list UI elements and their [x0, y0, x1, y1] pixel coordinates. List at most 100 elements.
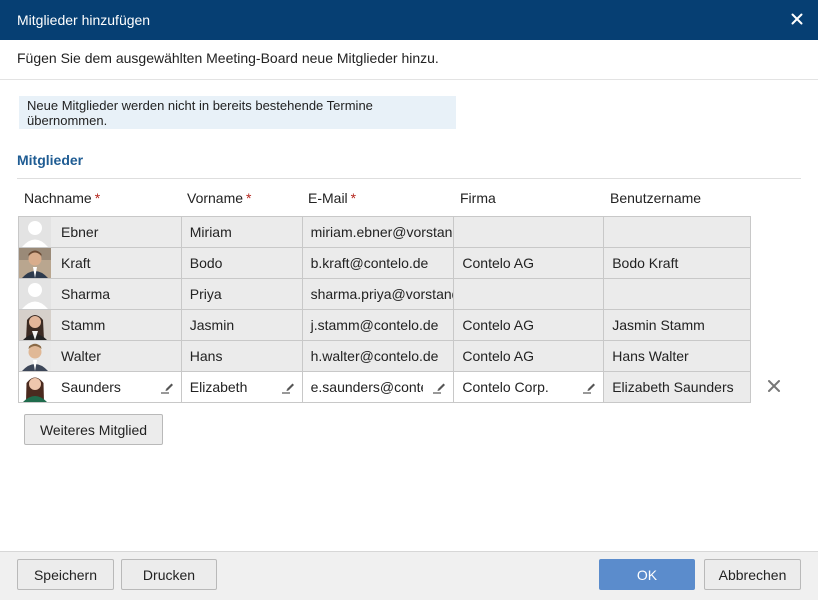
- cell-text: h.walter@contelo.de: [310, 348, 439, 364]
- email-input[interactable]: e.saunders@contelo.de: [302, 372, 455, 403]
- dialog-subtitle: Fügen Sie dem ausgewählten Meeting-Board…: [17, 50, 439, 66]
- cell-text: b.kraft@contelo.de: [310, 255, 429, 271]
- column-header-nachname: Nachname *: [24, 190, 100, 206]
- pencil-icon[interactable]: [581, 380, 597, 394]
- cell-nachname[interactable]: Stamm: [19, 310, 182, 341]
- column-header-firma: Firma: [460, 190, 496, 206]
- cell-text: Jasmin: [189, 317, 235, 333]
- table-row[interactable]: Sharma Priya sharma.priya@vorstand: [19, 279, 751, 310]
- required-marker: *: [94, 190, 101, 206]
- cell-benutzername: Elizabeth Saunders: [604, 372, 751, 403]
- cell-text: Hans Walter: [612, 348, 689, 364]
- cell-text: Contelo AG: [462, 255, 535, 271]
- cell-vorname[interactable]: Priya: [181, 279, 303, 310]
- cell-nachname[interactable]: Ebner: [19, 217, 182, 248]
- divider: [0, 79, 818, 80]
- cell-text: Bodo Kraft: [612, 255, 679, 271]
- cell-firma[interactable]: Contelo AG: [454, 341, 605, 372]
- ok-button[interactable]: OK: [599, 559, 695, 590]
- cell-text: Walter: [61, 348, 101, 364]
- print-button[interactable]: Drucken: [121, 559, 217, 590]
- cell-email[interactable]: b.kraft@contelo.de: [302, 248, 455, 279]
- cell-text: Ebner: [61, 224, 99, 240]
- column-header-label: Firma: [460, 190, 496, 206]
- avatar-photo: [19, 248, 51, 278]
- cell-nachname[interactable]: Sharma: [19, 279, 182, 310]
- section-title: Mitglieder: [17, 152, 84, 168]
- avatar-photo: [19, 310, 51, 340]
- column-header-email: E-Mail *: [308, 190, 356, 206]
- required-marker: *: [350, 190, 357, 206]
- cell-email[interactable]: miriam.ebner@vorstand: [302, 217, 455, 248]
- cell-firma[interactable]: Contelo AG: [454, 248, 605, 279]
- avatar-placeholder: [19, 279, 51, 309]
- cell-vorname[interactable]: Hans: [181, 341, 303, 372]
- column-header-label: Nachname: [24, 190, 92, 206]
- cell-benutzername: Jasmin Stamm: [604, 310, 751, 341]
- column-header-label: Benutzername: [610, 190, 702, 206]
- cell-text: Contelo AG: [462, 317, 535, 333]
- cell-text: sharma.priya@vorstand: [310, 286, 455, 302]
- cell-nachname[interactable]: Walter: [19, 341, 182, 372]
- info-box: Neue Mitglieder werden nicht in bereits …: [19, 96, 456, 129]
- members-table: Ebner Miriam miriam.ebner@vorstand Kraft…: [18, 216, 751, 403]
- cell-vorname[interactable]: Jasmin: [181, 310, 303, 341]
- table-row[interactable]: Stamm Jasmin j.stamm@contelo.de Contelo …: [19, 310, 751, 341]
- avatar-photo: [19, 372, 51, 402]
- remove-row-icon[interactable]: [765, 377, 783, 395]
- avatar-photo: [19, 341, 51, 371]
- cell-text: Stamm: [61, 317, 106, 333]
- cell-text: Hans: [189, 348, 223, 364]
- add-member-button[interactable]: Weiteres Mitglied: [24, 414, 163, 445]
- cell-text: Elizabeth: [189, 379, 248, 395]
- table-row[interactable]: Kraft Bodo b.kraft@contelo.de Contelo AG…: [19, 248, 751, 279]
- divider: [17, 178, 801, 179]
- nachname-input[interactable]: Saunders: [19, 372, 182, 403]
- pencil-icon[interactable]: [159, 380, 175, 394]
- table-row[interactable]: Ebner Miriam miriam.ebner@vorstand: [19, 217, 751, 248]
- cell-firma[interactable]: [454, 279, 605, 310]
- cell-text: Elizabeth Saunders: [612, 379, 734, 395]
- pencil-icon[interactable]: [280, 380, 296, 394]
- cell-text: Contelo Corp.: [462, 379, 549, 395]
- cell-firma[interactable]: [454, 217, 605, 248]
- cell-email[interactable]: sharma.priya@vorstand: [302, 279, 455, 310]
- cell-text: Contelo AG: [462, 348, 535, 364]
- column-header-label: E-Mail: [308, 190, 348, 206]
- cell-email[interactable]: j.stamm@contelo.de: [302, 310, 455, 341]
- cell-text: miriam.ebner@vorstand: [310, 224, 455, 240]
- dialog-titlebar: Mitglieder hinzufügen: [0, 0, 818, 40]
- avatar-placeholder: [19, 217, 51, 247]
- cell-benutzername: Bodo Kraft: [604, 248, 751, 279]
- cell-firma[interactable]: Contelo AG: [454, 310, 605, 341]
- cell-benutzername: [604, 279, 751, 310]
- cell-text: j.stamm@contelo.de: [310, 317, 439, 333]
- cancel-button[interactable]: Abbrechen: [704, 559, 801, 590]
- cell-vorname[interactable]: Miriam: [181, 217, 303, 248]
- cell-benutzername: Hans Walter: [604, 341, 751, 372]
- cell-text: Miriam: [189, 224, 232, 240]
- cell-email[interactable]: h.walter@contelo.de: [302, 341, 455, 372]
- dialog-title: Mitglieder hinzufügen: [17, 12, 151, 28]
- close-icon[interactable]: [788, 10, 806, 28]
- cell-text: Priya: [189, 286, 222, 302]
- cell-vorname[interactable]: Bodo: [181, 248, 303, 279]
- cell-text: e.saunders@contelo.de: [310, 379, 423, 395]
- pencil-icon[interactable]: [431, 380, 447, 394]
- vorname-input[interactable]: Elizabeth: [181, 372, 303, 403]
- column-header-vorname: Vorname *: [187, 190, 252, 206]
- firma-input[interactable]: Contelo Corp.: [454, 372, 605, 403]
- cell-text: Bodo: [189, 255, 223, 271]
- cell-text: Saunders: [61, 379, 121, 395]
- cell-text: Sharma: [61, 286, 111, 302]
- cell-nachname[interactable]: Kraft: [19, 248, 182, 279]
- cell-benutzername: [604, 217, 751, 248]
- table-row[interactable]: Walter Hans h.walter@contelo.de Contelo …: [19, 341, 751, 372]
- required-marker: *: [246, 190, 252, 206]
- column-header-benutzername: Benutzername: [610, 190, 701, 206]
- table-row-editable[interactable]: Saunders Elizabeth e.saunders@contelo.de…: [19, 372, 751, 403]
- save-button[interactable]: Speichern: [17, 559, 114, 590]
- cell-text: Kraft: [61, 255, 91, 271]
- info-text: Neue Mitglieder werden nicht in bereits …: [27, 97, 373, 128]
- cell-text: Jasmin Stamm: [612, 317, 705, 333]
